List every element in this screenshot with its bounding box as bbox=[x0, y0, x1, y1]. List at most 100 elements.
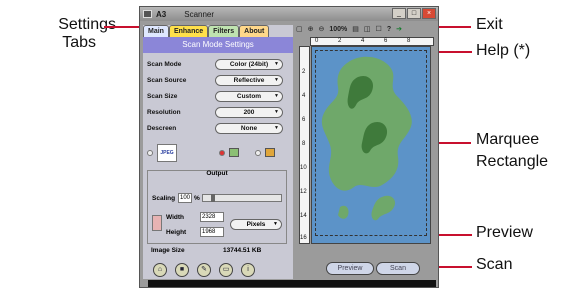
select-icon[interactable]: ▢ bbox=[296, 25, 303, 35]
zoom-out-icon[interactable]: ⊖ bbox=[319, 25, 325, 35]
folder-icon[interactable] bbox=[265, 148, 275, 157]
preview-area[interactable] bbox=[311, 46, 431, 244]
zoom-level[interactable]: 100% bbox=[329, 25, 347, 35]
minimize-button[interactable]: _ bbox=[392, 8, 406, 19]
units-value: Pixels bbox=[246, 221, 266, 228]
scan-button[interactable]: Scan bbox=[376, 262, 420, 275]
ruler-tick: 8 bbox=[407, 38, 411, 44]
scaling-label: Scaling bbox=[152, 195, 176, 202]
lock-icon[interactable] bbox=[152, 215, 162, 231]
scan-source-label: Scan Source bbox=[147, 77, 187, 84]
callout-exit: Exit bbox=[476, 16, 503, 33]
save-icon[interactable]: ■ bbox=[175, 263, 189, 277]
units-select[interactable]: Pixels ▼ bbox=[230, 219, 282, 230]
settings-tabs: Main Enhance Filters About bbox=[143, 25, 270, 37]
vertical-ruler: 2 4 6 8 10 12 14 16 bbox=[299, 46, 310, 244]
ruler-tick: 10 bbox=[300, 165, 307, 171]
slider-thumb[interactable] bbox=[211, 194, 215, 202]
resolution-value: 200 bbox=[243, 109, 255, 116]
preview-toolbar: ▢ ⊕ ⊖ 100% ▤ ◫ ☐ ? ➔ bbox=[296, 25, 436, 35]
descreen-value: None bbox=[240, 125, 258, 132]
hand-icon[interactable]: ☐ bbox=[376, 25, 382, 35]
jpeg-badge-label: JPEG bbox=[160, 150, 174, 156]
image-size-value: 13744.51 KB bbox=[223, 247, 262, 254]
width-input[interactable]: 2328 bbox=[200, 212, 224, 222]
setting-scan-mode: Scan Mode Color (24bit) ▼ bbox=[147, 59, 289, 71]
file-format-radio[interactable] bbox=[255, 150, 261, 156]
fit-icon[interactable]: ▤ bbox=[352, 25, 359, 35]
open-icon[interactable]: ⌂ bbox=[153, 263, 167, 277]
app-icon bbox=[143, 10, 152, 18]
callout-line-settings bbox=[104, 26, 144, 28]
callout-marquee-text: Marquee bbox=[476, 131, 540, 148]
resolution-select[interactable]: 200 ▼ bbox=[215, 107, 283, 118]
callout-preview: Preview bbox=[476, 224, 533, 241]
rotate-icon[interactable]: ◫ bbox=[364, 25, 371, 35]
ruler-tick: 12 bbox=[300, 189, 307, 195]
output-title: Output bbox=[206, 170, 228, 177]
ruler-tick: 8 bbox=[302, 141, 306, 147]
scaling-unit: % bbox=[194, 195, 200, 202]
image-format-radio[interactable] bbox=[219, 150, 225, 156]
tab-main[interactable]: Main bbox=[143, 25, 169, 37]
jpeg-icon[interactable]: JPEG bbox=[157, 144, 177, 162]
chevron-down-icon: ▼ bbox=[274, 61, 279, 67]
maximize-button[interactable]: □ bbox=[407, 8, 421, 19]
scanner-window: A3 Scanner _ □ × Main Enhance Filters Ab… bbox=[139, 6, 439, 288]
status-bar bbox=[148, 280, 436, 287]
chevron-down-icon: ▼ bbox=[274, 125, 279, 131]
format-row: JPEG bbox=[147, 144, 289, 164]
chevron-down-icon: ▼ bbox=[274, 109, 279, 115]
zoom-in-icon[interactable]: ⊕ bbox=[308, 25, 314, 35]
chevron-down-icon: ▼ bbox=[274, 93, 279, 99]
scan-mode-value: Color (24bit) bbox=[229, 61, 269, 68]
exit-icon[interactable]: ➔ bbox=[396, 25, 402, 35]
print-icon[interactable]: ✎ bbox=[197, 263, 211, 277]
ruler-tick: 6 bbox=[302, 117, 306, 123]
info-icon[interactable]: i bbox=[241, 263, 255, 277]
fax-icon[interactable]: ▭ bbox=[219, 263, 233, 277]
scaling-slider[interactable] bbox=[202, 194, 282, 202]
width-label: Width bbox=[166, 214, 184, 221]
resolution-label: Resolution bbox=[147, 109, 181, 116]
ruler-tick: 2 bbox=[302, 69, 306, 75]
ruler-tick: 2 bbox=[338, 38, 342, 44]
image-format-icon[interactable] bbox=[229, 148, 239, 157]
height-input[interactable]: 1968 bbox=[200, 227, 224, 237]
bottom-toolbar: ⌂ ■ ✎ ▭ i bbox=[153, 263, 255, 277]
descreen-label: Descreen bbox=[147, 125, 177, 132]
tab-filters[interactable]: Filters bbox=[208, 25, 240, 37]
callout-scan: Scan bbox=[476, 256, 513, 273]
scan-source-select[interactable]: Reflective ▼ bbox=[215, 75, 283, 86]
scaling-input[interactable]: 100 bbox=[178, 193, 192, 203]
callout-help: Help (*) bbox=[476, 42, 531, 59]
callout-tabs-text: Tabs bbox=[62, 34, 96, 51]
tab-enhance[interactable]: Enhance bbox=[168, 25, 209, 37]
scan-source-value: Reflective bbox=[233, 77, 265, 84]
callout-settings-text: Settings bbox=[58, 16, 116, 33]
scan-size-select[interactable]: Custom ▼ bbox=[215, 91, 283, 102]
chevron-down-icon: ▼ bbox=[274, 77, 279, 83]
descreen-select[interactable]: None ▼ bbox=[215, 123, 283, 134]
jpeg-radio[interactable] bbox=[147, 150, 153, 156]
preview-button[interactable]: Preview bbox=[326, 262, 374, 275]
horizontal-ruler: 0 2 4 6 8 bbox=[310, 37, 434, 46]
scan-size-value: Custom bbox=[236, 93, 262, 100]
ruler-tick: 14 bbox=[300, 213, 307, 219]
tab-about[interactable]: About bbox=[239, 25, 270, 37]
settings-panel: Main Enhance Filters About Scan Mode Set… bbox=[143, 25, 293, 279]
ruler-tick: 16 bbox=[300, 235, 307, 241]
ruler-tick: 6 bbox=[384, 38, 388, 44]
height-label: Height bbox=[166, 229, 187, 236]
help-icon[interactable]: ? bbox=[387, 25, 391, 35]
ruler-tick: 4 bbox=[361, 38, 365, 44]
title-bar: A3 Scanner _ □ × bbox=[140, 7, 438, 21]
app-name: Scanner bbox=[184, 9, 215, 19]
panel-title: Scan Mode Settings bbox=[143, 37, 293, 53]
scan-mode-select[interactable]: Color (24bit) ▼ bbox=[215, 59, 283, 70]
marquee-rectangle[interactable] bbox=[315, 50, 427, 236]
callout-settings-tabs: Settings Tabs bbox=[26, 16, 116, 52]
scan-mode-label: Scan Mode bbox=[147, 61, 182, 68]
callout-marquee: Marquee Rectangle bbox=[476, 131, 548, 171]
close-button[interactable]: × bbox=[422, 8, 436, 19]
